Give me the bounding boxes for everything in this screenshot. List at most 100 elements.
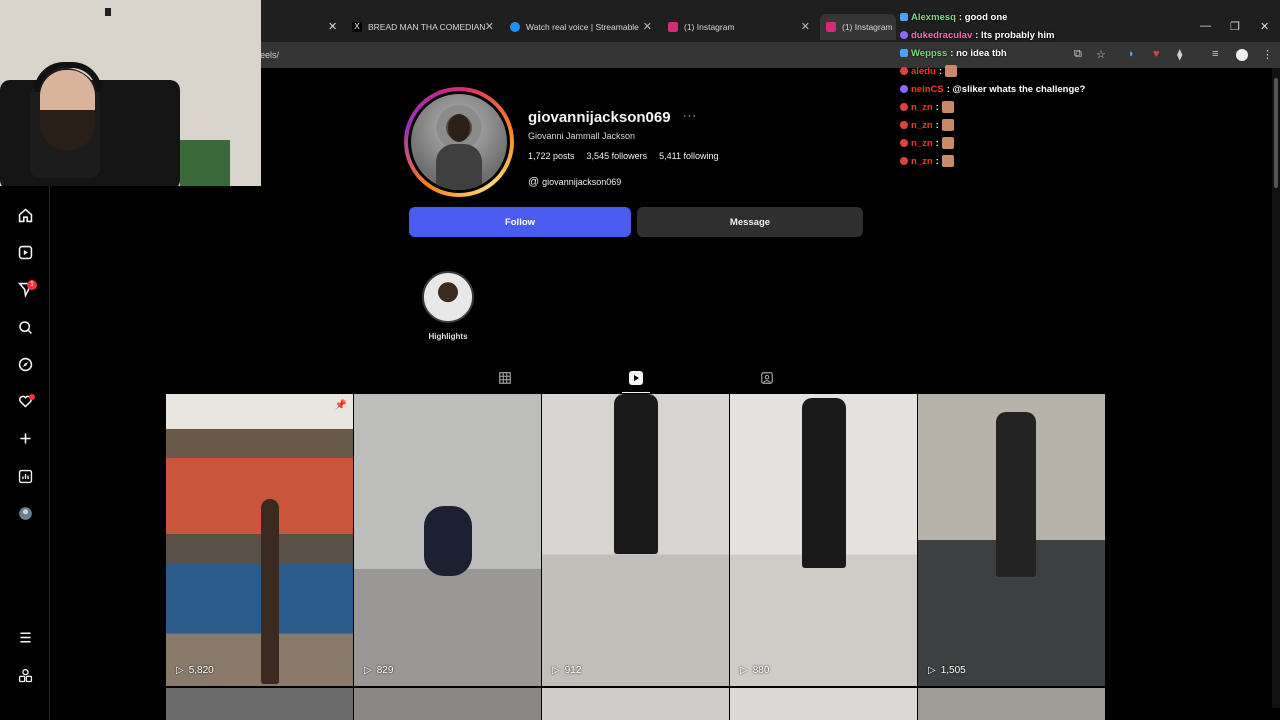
tab-title: BREAD MAN THA COMEDIAN (368, 22, 486, 32)
chat-badge-icon (900, 121, 908, 129)
active-tab-indicator (622, 392, 650, 393)
minimize-icon[interactable]: — (1200, 20, 1211, 32)
page-scrollbar[interactable] (1272, 68, 1280, 708)
reel-thumbnail[interactable] (730, 688, 917, 720)
scrollbar-thumb[interactable] (1274, 78, 1278, 188)
close-icon[interactable]: ✕ (643, 20, 652, 33)
highlight-label: Highlights (428, 332, 468, 341)
more-options-icon[interactable]: ··· (683, 110, 697, 122)
webcam-background-object (180, 140, 230, 186)
views-count: 5,820 (188, 665, 214, 676)
also-from-meta-icon[interactable] (15, 665, 35, 685)
emote-icon (941, 119, 954, 131)
reel-views: ▷ 912 (552, 665, 581, 676)
tagged-tab-icon[interactable] (758, 369, 776, 387)
emote-icon (941, 101, 954, 113)
views-count: 912 (564, 665, 582, 676)
chat-text: : (938, 65, 942, 77)
reel-thumbnail[interactable]: ▷ 829 (354, 394, 541, 686)
message-button[interactable]: Message (637, 207, 863, 237)
profile-avatar-icon[interactable] (15, 503, 35, 523)
avatar-image (411, 94, 507, 190)
menu-hamburger-icon[interactable] (15, 627, 35, 647)
threads-icon: @ (528, 176, 540, 188)
chat-text: : (935, 119, 939, 131)
close-icon[interactable]: ✕ (328, 20, 337, 33)
stream-chat-overlay: Alexmesq: good one dukedraculav: Its pro… (900, 8, 1160, 170)
chat-badge-icon (900, 85, 908, 93)
tab-search-icon[interactable]: ≡ (1212, 48, 1218, 60)
x-icon: X (352, 22, 362, 32)
profile-avatar[interactable] (404, 87, 514, 197)
profile-avatar-icon[interactable] (1236, 49, 1248, 61)
chat-text: : (935, 101, 939, 113)
chat-text: : (935, 137, 939, 149)
tab-bread-man[interactable]: X BREAD MAN THA COMEDIAN ✕ (352, 14, 494, 40)
close-window-icon[interactable]: ✕ (1260, 20, 1269, 33)
chat-badge-icon (900, 157, 908, 165)
play-views-icon: ▷ (364, 665, 372, 676)
extensions-puzzle-icon[interactable]: ⧫ (1177, 48, 1182, 61)
followers-count[interactable]: 3,545 followers (587, 151, 648, 161)
reel-views: ▷ 829 (364, 665, 393, 676)
close-icon[interactable]: ✕ (801, 20, 810, 33)
tab-instagram[interactable]: (1) Instagram ✕ (668, 14, 810, 40)
reel-thumbnail[interactable] (918, 688, 1105, 720)
highlight-thumbnail[interactable] (422, 271, 474, 323)
chat-username: neinCS (911, 83, 944, 95)
threads-link[interactable]: @ giovannijackson069 (528, 176, 621, 188)
chat-username: n_zn (911, 137, 933, 149)
tab-title: (1) Instagram (842, 22, 893, 32)
tab-streamable[interactable]: Watch real voice | Streamable ✕ (510, 14, 652, 40)
reel-figure (802, 398, 846, 568)
reel-thumbnail[interactable]: ▷ 1,505 (918, 394, 1105, 686)
posts-grid-tab-icon[interactable] (496, 369, 514, 387)
chat-text: : no idea tbh (950, 47, 1007, 59)
reel-figure (424, 506, 472, 576)
reel-thumbnail[interactable] (542, 688, 729, 720)
create-plus-icon[interactable] (15, 428, 35, 448)
play-views-icon: ▷ (176, 665, 184, 676)
reel-thumbnail[interactable]: ▷ 880 (730, 394, 917, 686)
profile-stats: 1,722 posts 3,545 followers 5,411 follow… (528, 151, 718, 161)
chat-text: : good one (958, 11, 1008, 23)
reel-figure (261, 499, 279, 684)
streamable-icon (510, 22, 520, 32)
chat-text: : (935, 155, 939, 167)
reel-thumbnail[interactable] (166, 688, 353, 720)
reels-icon[interactable] (15, 242, 35, 262)
chat-username: Alexmesq (911, 11, 956, 23)
home-icon[interactable] (15, 205, 35, 225)
reel-thumbnail[interactable] (354, 688, 541, 720)
chat-badge-icon (900, 49, 908, 57)
reel-thumbnail[interactable]: ▷ 912 (542, 394, 729, 686)
chat-message: n_zn: (900, 152, 1160, 170)
maximize-icon[interactable]: ❐ (1230, 20, 1240, 33)
chat-message: neinCS: @sliker whats the challenge? (900, 80, 1160, 98)
profile-username: giovannijackson069 (528, 109, 671, 126)
browser-menu-icon[interactable]: ⋮ (1262, 48, 1273, 61)
reel-thumbnail[interactable]: 📌 ▷ 5,820 (166, 394, 353, 686)
tab-instagram-active[interactable]: (1) Instagram (820, 14, 896, 40)
chat-message: Weppss: no idea tbh (900, 44, 1160, 62)
dashboard-icon[interactable] (15, 466, 35, 486)
chat-text: : Its probably him (975, 29, 1055, 41)
chat-message: Alexmesq: good one (900, 8, 1160, 26)
webcam-wall-detail (105, 8, 111, 16)
chat-username: n_zn (911, 101, 933, 113)
chat-username: n_zn (911, 155, 933, 167)
reels-tab-icon[interactable] (627, 369, 645, 387)
emote-icon (944, 65, 957, 77)
close-icon[interactable]: ✕ (485, 20, 494, 33)
webcam-headphones (34, 62, 102, 92)
follow-button[interactable]: Follow (409, 207, 631, 237)
following-count[interactable]: 5,411 following (659, 151, 718, 161)
reel-views: ▷ 1,505 (928, 665, 966, 676)
search-icon[interactable] (15, 317, 35, 337)
avatar-border (408, 91, 510, 193)
explore-compass-icon[interactable] (15, 354, 35, 374)
play-views-icon: ▷ (740, 665, 748, 676)
url-text[interactable]: eels/ (260, 50, 279, 60)
posts-count: 1,722 posts (528, 151, 575, 161)
chat-message: aledu: (900, 62, 1160, 80)
